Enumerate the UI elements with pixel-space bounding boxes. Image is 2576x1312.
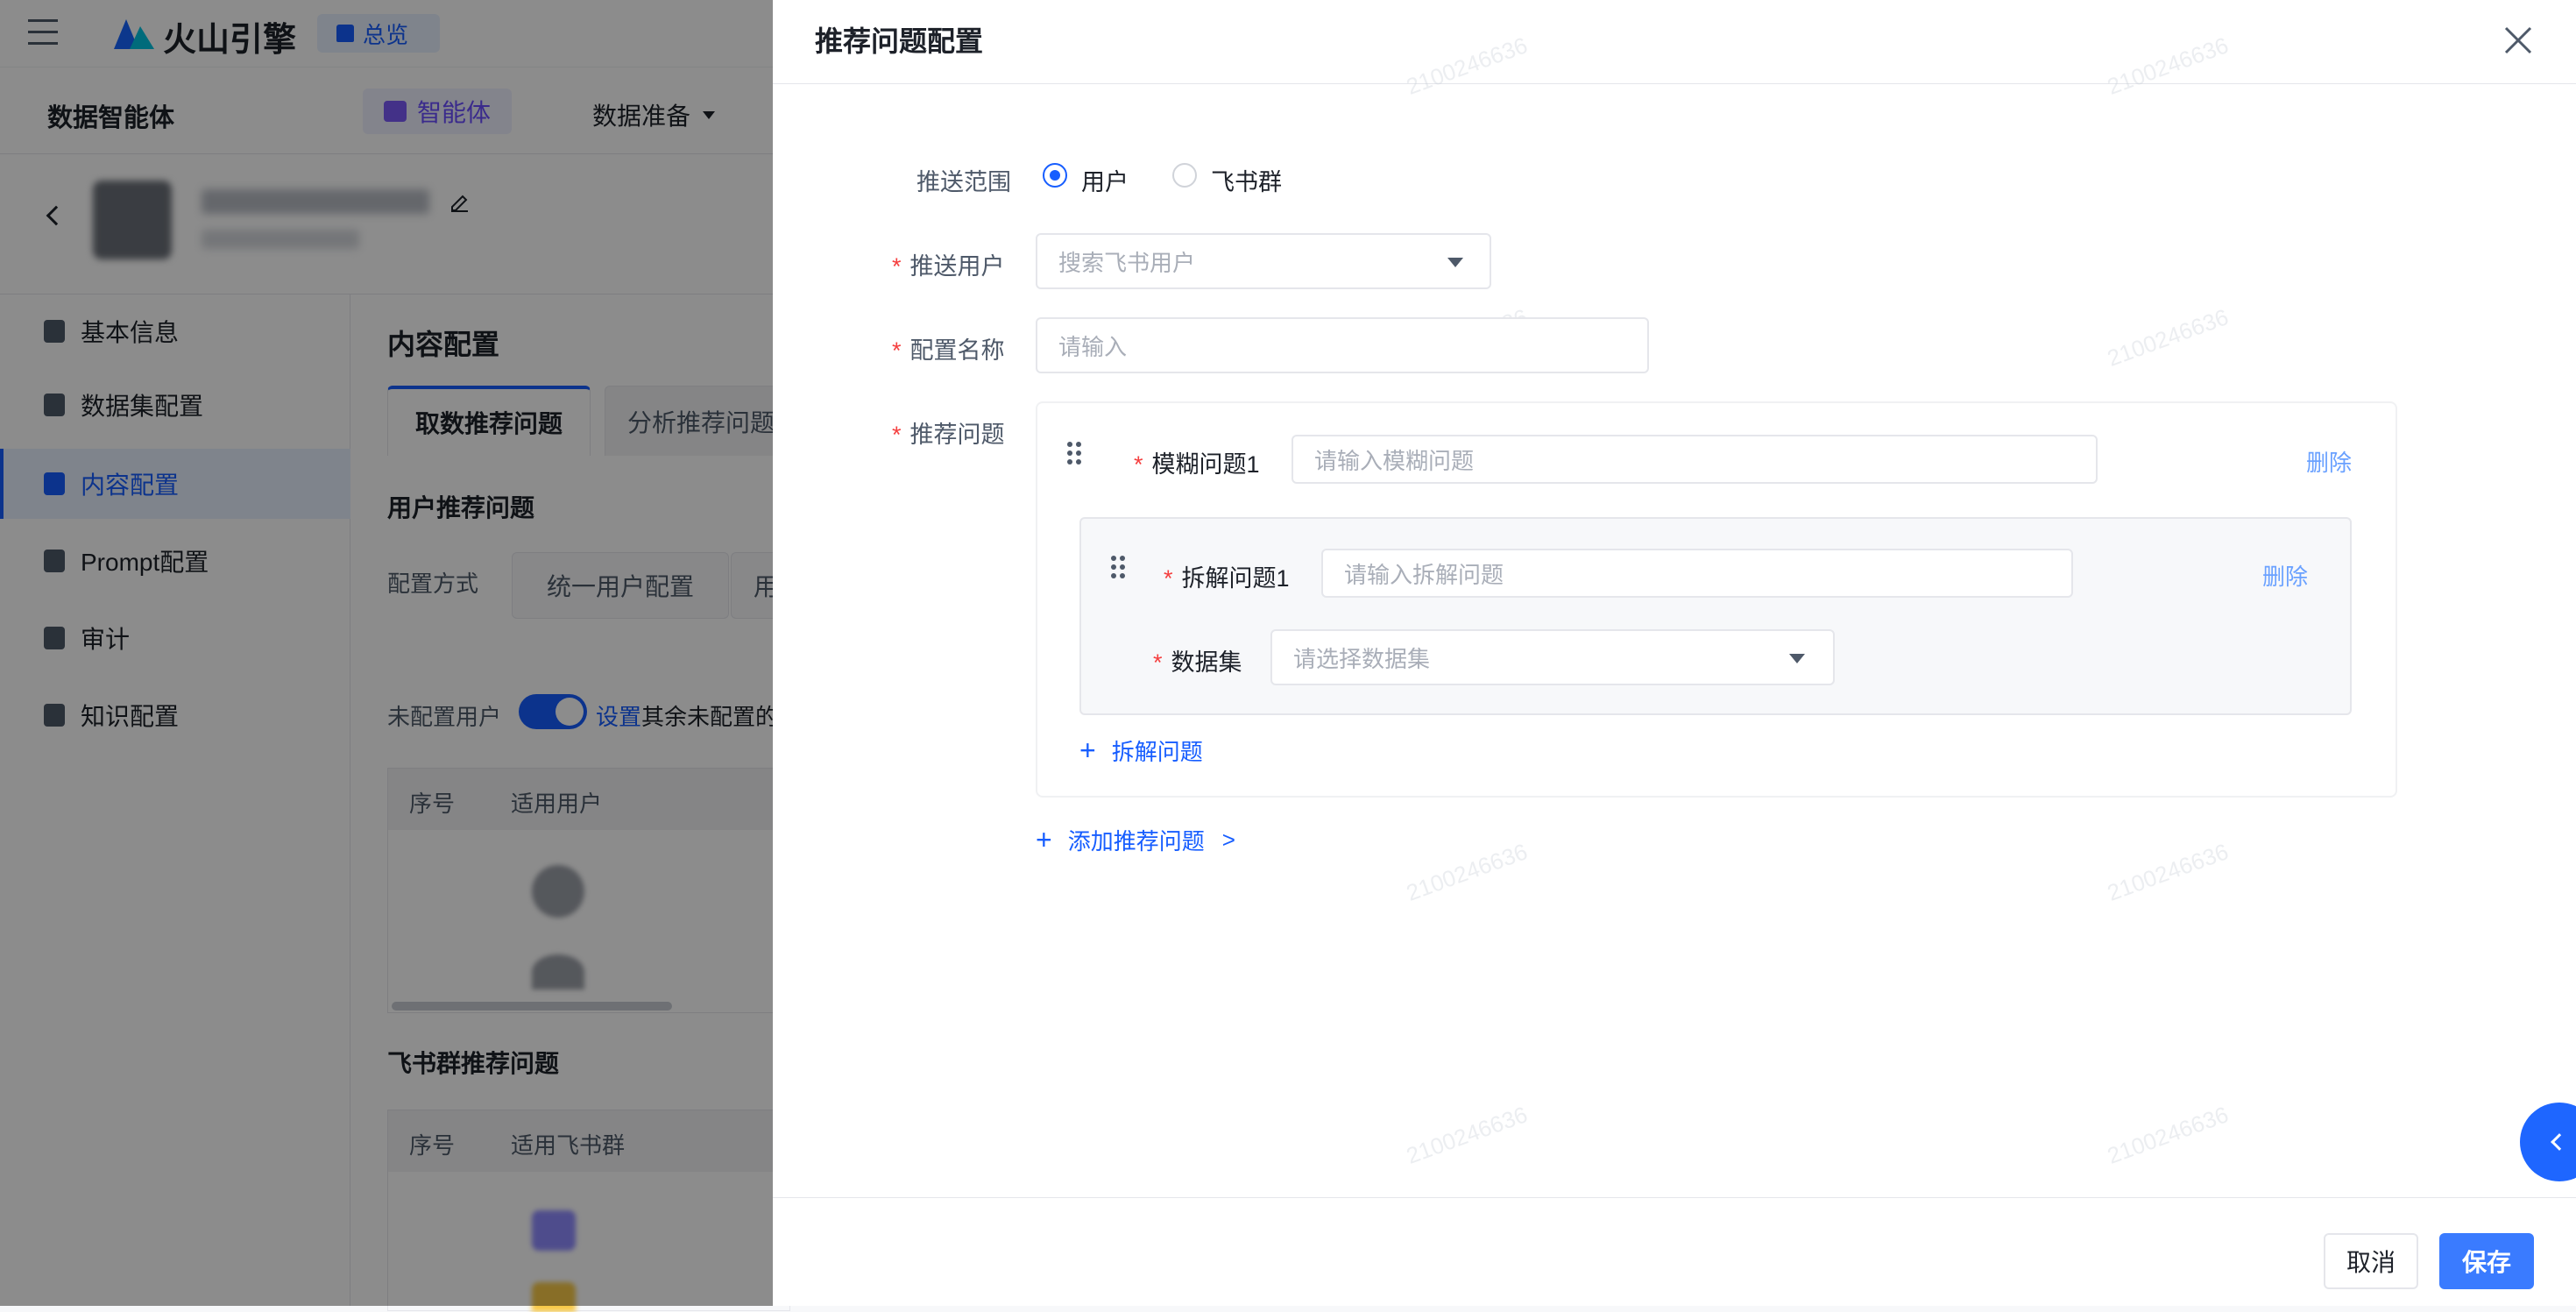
- modal-mask[interactable]: [0, 0, 773, 1306]
- save-button[interactable]: 保存: [2439, 1233, 2534, 1289]
- push-user-select[interactable]: 搜索飞书用户: [1036, 233, 1491, 289]
- drag-handle-icon[interactable]: [1067, 442, 1081, 465]
- watermark: 2100246636: [1403, 1101, 1532, 1169]
- watermark: 2100246636: [1403, 838, 1532, 906]
- recommend-config-drawer: 推荐问题配置 2100246636 2100246636 2100246636 …: [773, 0, 2576, 1306]
- chevron-left-icon: [2551, 1133, 2568, 1151]
- scope-radio-user-label[interactable]: 用户: [1081, 163, 1129, 197]
- fuzzy-question-input[interactable]: 请输入模糊问题: [1292, 435, 2098, 484]
- scope-label: 推送范围: [916, 169, 1011, 195]
- fuzzy-question-placeholder: 请输入模糊问题: [1314, 447, 1475, 474]
- add-question-label: 添加推荐问题: [1067, 828, 1205, 855]
- dataset-select[interactable]: 请选择数据集: [1270, 629, 1835, 685]
- save-label: 保存: [2461, 1249, 2511, 1276]
- config-name-placeholder: 请输入: [1058, 333, 1128, 360]
- drawer-header: 推荐问题配置: [773, 0, 2576, 84]
- dataset-label: * 数据集: [1153, 649, 1242, 676]
- scope-radio-feishu-label[interactable]: 飞书群: [1211, 163, 1282, 197]
- dataset-placeholder: 请选择数据集: [1293, 645, 1431, 672]
- split-question-card: * 拆解问题1 请输入拆解问题 删除 * 数据集 请选择数据集: [1079, 517, 2352, 715]
- config-name-input[interactable]: 请输入: [1036, 317, 1649, 373]
- push-user-label: * 推送用户: [892, 253, 1005, 280]
- add-split-question-button[interactable]: + 拆解问题: [1079, 734, 1203, 767]
- delete-fuzzy-button[interactable]: 删除: [2306, 445, 2352, 478]
- chevron-down-icon: [1789, 654, 1805, 663]
- cancel-button[interactable]: 取消: [2324, 1233, 2418, 1289]
- cancel-label: 取消: [2346, 1249, 2396, 1276]
- drawer-title: 推荐问题配置: [815, 25, 984, 57]
- chevron-down-icon: [1447, 258, 1463, 267]
- split-question-input[interactable]: 请输入拆解问题: [1321, 549, 2073, 598]
- split-question-label: * 拆解问题1: [1164, 565, 1290, 592]
- close-icon[interactable]: [2497, 19, 2539, 61]
- scope-radio-user[interactable]: [1043, 163, 1067, 188]
- plus-icon: +: [1079, 734, 1096, 766]
- add-split-label: 拆解问题: [1111, 739, 1203, 765]
- drawer-footer: 取消 保存: [773, 1197, 2576, 1306]
- config-name-label: * 配置名称: [892, 337, 1005, 364]
- watermark: 2100246636: [2104, 838, 2233, 906]
- watermark: 2100246636: [2104, 303, 2233, 372]
- add-recommend-question-button[interactable]: + 添加推荐问题 >: [1036, 824, 1235, 856]
- recommend-question-card: * 模糊问题1 请输入模糊问题 删除 * 拆解问题1 请输入拆解问题 删除 * 数据集…: [1036, 401, 2397, 798]
- chevron-right-icon: >: [1221, 826, 1235, 853]
- push-user-placeholder: 搜索飞书用户: [1058, 249, 1196, 276]
- watermark: 2100246636: [2104, 1101, 2233, 1169]
- drag-handle-icon[interactable]: [1111, 556, 1125, 578]
- recommend-question-label: * 推荐问题: [892, 422, 1005, 448]
- scope-radio-feishu[interactable]: [1172, 163, 1197, 188]
- fuzzy-question-label: * 模糊问题1: [1134, 451, 1260, 478]
- split-question-placeholder: 请输入拆解问题: [1344, 561, 1504, 588]
- delete-split-button[interactable]: 删除: [2262, 559, 2308, 592]
- plus-icon: +: [1036, 824, 1052, 855]
